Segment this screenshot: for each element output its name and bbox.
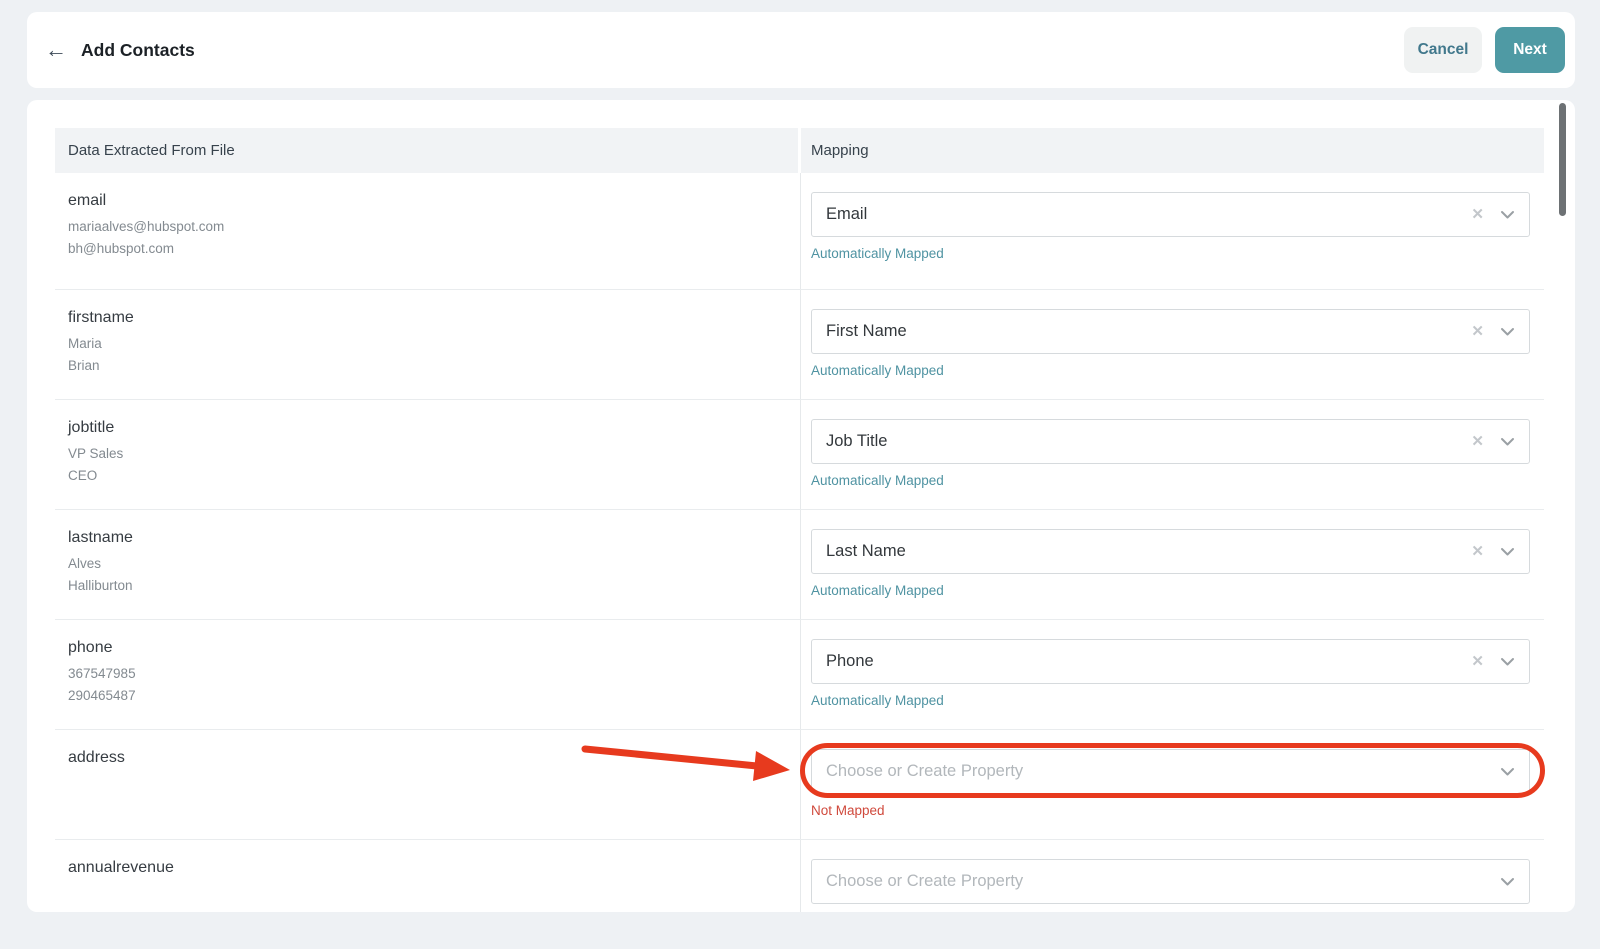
table-row: jobtitle VP SalesCEO Job Title ✕ Automat… [55, 400, 1544, 510]
cancel-button[interactable]: Cancel [1404, 27, 1482, 73]
clear-icon[interactable]: ✕ [1471, 544, 1484, 559]
source-field-name: lastname [68, 529, 780, 547]
table-row: phone 367547985290465487 Phone ✕ Automat… [55, 620, 1544, 730]
sample-values: AlvesHalliburton [68, 553, 780, 597]
property-dropdown[interactable]: Job Title ✕ [811, 419, 1530, 464]
table-row: lastname AlvesHalliburton Last Name ✕ Au… [55, 510, 1544, 620]
source-column-cell: email mariaalves@hubspot.combh@hubspot.c… [55, 173, 800, 289]
source-field-name: address [68, 749, 780, 767]
sample-values: 367547985290465487 [68, 663, 780, 707]
sample-value: bh@hubspot.com [68, 238, 780, 260]
table-row: firstname MariaBrian First Name ✕ Automa… [55, 290, 1544, 400]
sample-values: VP SalesCEO [68, 443, 780, 487]
sample-value: VP Sales [68, 443, 780, 465]
property-dropdown[interactable]: Email ✕ [811, 192, 1530, 237]
table-body: email mariaalves@hubspot.combh@hubspot.c… [55, 173, 1544, 912]
property-dropdown-value: Choose or Create Property [826, 872, 1500, 891]
property-dropdown[interactable]: Choose or Create Property [811, 749, 1530, 794]
mapping-column-cell: Choose or Create Property [800, 840, 1544, 912]
chevron-down-icon [1500, 767, 1515, 777]
source-field-name: annualrevenue [68, 859, 780, 877]
mapping-column-cell: Job Title ✕ Automatically Mapped [800, 400, 1544, 509]
source-field-name: jobtitle [68, 419, 780, 437]
property-dropdown[interactable]: Last Name ✕ [811, 529, 1530, 574]
property-dropdown-value: Phone [826, 652, 1471, 671]
back-arrow-icon[interactable]: ← [41, 35, 71, 65]
mapping-status: Automatically Mapped [811, 246, 1530, 261]
mapping-card: Data Extracted From File Mapping email m… [27, 100, 1575, 912]
chevron-down-icon [1500, 547, 1515, 557]
next-button[interactable]: Next [1495, 27, 1565, 73]
chevron-down-icon [1500, 657, 1515, 667]
sample-value: Halliburton [68, 575, 780, 597]
sample-value: Brian [68, 355, 780, 377]
sample-value: 290465487 [68, 685, 780, 707]
property-dropdown-value: Email [826, 205, 1471, 224]
source-column-cell: phone 367547985290465487 [55, 620, 800, 729]
clear-icon[interactable]: ✕ [1471, 654, 1484, 669]
source-field-name: firstname [68, 309, 780, 327]
mapping-status: Not Mapped [811, 803, 1530, 818]
column-header-data-extracted: Data Extracted From File [55, 128, 798, 173]
mapping-table: Data Extracted From File Mapping email m… [55, 128, 1544, 912]
table-row: address Choose or Create Property Not Ma… [55, 730, 1544, 840]
chevron-down-icon [1500, 327, 1515, 337]
property-dropdown-value: Job Title [826, 432, 1471, 451]
sample-value: CEO [68, 465, 780, 487]
vertical-scrollbar-thumb[interactable] [1559, 103, 1566, 216]
mapping-column-cell: Choose or Create Property Not Mapped [800, 730, 1544, 839]
property-dropdown-value: Last Name [826, 542, 1471, 561]
source-field-name: email [68, 192, 780, 210]
source-column-cell: lastname AlvesHalliburton [55, 510, 800, 619]
chevron-down-icon [1500, 210, 1515, 220]
mapping-column-cell: Email ✕ Automatically Mapped [800, 173, 1544, 289]
source-field-name: phone [68, 639, 780, 657]
mapping-status: Automatically Mapped [811, 693, 1530, 708]
mapping-status: Automatically Mapped [811, 473, 1530, 488]
property-dropdown-value: Choose or Create Property [826, 762, 1500, 781]
table-row: annualrevenue Choose or Create Property [55, 840, 1544, 912]
property-dropdown[interactable]: Choose or Create Property [811, 859, 1530, 904]
sample-values: MariaBrian [68, 333, 780, 377]
property-dropdown-value: First Name [826, 322, 1471, 341]
property-dropdown[interactable]: Phone ✕ [811, 639, 1530, 684]
sample-value: mariaalves@hubspot.com [68, 216, 780, 238]
top-bar: ← Add Contacts Cancel Next [27, 12, 1575, 88]
source-column-cell: firstname MariaBrian [55, 290, 800, 399]
mapping-column-cell: Last Name ✕ Automatically Mapped [800, 510, 1544, 619]
property-dropdown[interactable]: First Name ✕ [811, 309, 1530, 354]
clear-icon[interactable]: ✕ [1471, 324, 1484, 339]
sample-values: mariaalves@hubspot.combh@hubspot.com [68, 216, 780, 260]
chevron-down-icon [1500, 437, 1515, 447]
source-column-cell: address [55, 730, 800, 839]
clear-icon[interactable]: ✕ [1471, 207, 1484, 222]
sample-value: Alves [68, 553, 780, 575]
clear-icon[interactable]: ✕ [1471, 434, 1484, 449]
mapping-column-cell: First Name ✕ Automatically Mapped [800, 290, 1544, 399]
chevron-down-icon [1500, 877, 1515, 887]
table-row: email mariaalves@hubspot.combh@hubspot.c… [55, 173, 1544, 290]
source-column-cell: jobtitle VP SalesCEO [55, 400, 800, 509]
sample-value: 367547985 [68, 663, 780, 685]
table-header-row: Data Extracted From File Mapping [55, 128, 1544, 173]
column-header-mapping: Mapping [801, 128, 1544, 173]
mapping-column-cell: Phone ✕ Automatically Mapped [800, 620, 1544, 729]
mapping-status: Automatically Mapped [811, 583, 1530, 598]
sample-value: Maria [68, 333, 780, 355]
mapping-status: Automatically Mapped [811, 363, 1530, 378]
source-column-cell: annualrevenue [55, 840, 800, 912]
page-title: Add Contacts [81, 40, 1404, 61]
